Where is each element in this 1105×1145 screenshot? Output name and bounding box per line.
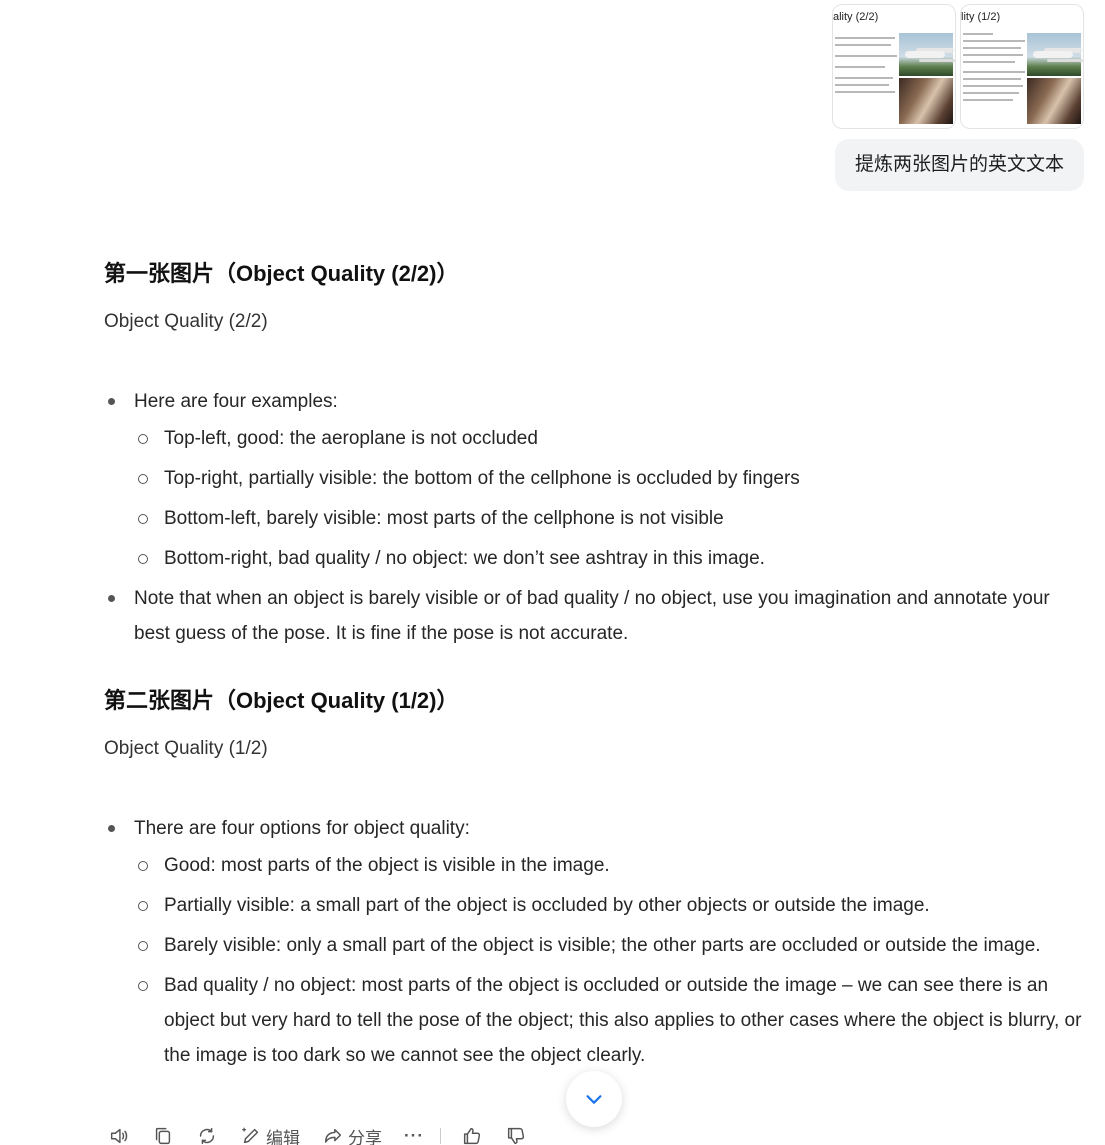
thumbnail-text-lines [963,33,1027,106]
scroll-down-button[interactable] [566,1071,622,1127]
share-label: 分享 [348,1128,382,1145]
more-button[interactable]: ··· [404,1126,424,1145]
read-aloud-button[interactable] [108,1125,130,1145]
more-icon: ··· [404,1126,424,1145]
sub-list-item: Good: most parts of the object is visibl… [134,848,1089,883]
thumbs-up-icon [463,1127,481,1145]
image-thumbnail-2[interactable]: lity (1/2) [960,4,1084,129]
copy-icon [155,1127,171,1145]
user-message: ality (2/2) lity (1/2) 提炼两张图片的英文文本 [832,4,1084,191]
sub-list: Top-left, good: the aeroplane is not occ… [134,421,1089,576]
aeroplane-image [1027,33,1081,76]
share-icon [324,1128,342,1143]
list-item-text: Here are four examples: [134,391,338,412]
list-item: There are four options for object qualit… [104,811,1089,1073]
copy-button[interactable] [152,1125,174,1145]
section-subtitle: Object Quality (2/2) [104,311,268,332]
attached-images: ality (2/2) lity (1/2) [832,4,1084,129]
sub-list-item: Barely visible: only a small part of the… [134,928,1089,963]
people-image [899,78,953,124]
answer-section-2: 第二张图片（Object Quality (1/2)） Object Quali… [104,685,1089,1073]
toolbar-divider [439,1128,441,1144]
section-title: 第一张图片（Object Quality (2/2)） [104,261,459,286]
sub-list-item: Bottom-right, bad quality / no object: w… [134,541,1089,576]
speaker-icon [110,1128,128,1144]
section-subtitle: Object Quality (1/2) [104,738,268,759]
list-item-text: Note that when an object is barely visib… [134,588,1050,644]
people-image [1027,78,1081,124]
share-button[interactable]: 分享 [322,1124,382,1145]
thumbnail-text-lines [835,37,899,98]
aeroplane-image [899,33,953,76]
edit-icon [242,1127,259,1144]
bullet-list: Here are four examples: Top-left, good: … [104,384,1089,651]
sub-list: Good: most parts of the object is visibl… [134,848,1089,1073]
thumbnail-title: lity (1/2) [961,11,1001,23]
sub-list-item: Bad quality / no object: most parts of t… [134,968,1089,1073]
list-item: Here are four examples: Top-left, good: … [104,384,1089,576]
regenerate-button[interactable] [196,1125,218,1145]
like-button[interactable] [461,1125,483,1145]
edit-label: 编辑 [266,1128,300,1145]
chat-page: ality (2/2) lity (1/2) 提炼两张图片的英文文本 第一张图片… [0,0,1105,1145]
thumbs-down-icon [507,1127,525,1145]
list-item-text: There are four options for object qualit… [134,818,470,839]
assistant-answer: 第一张图片（Object Quality (2/2)） Object Quali… [104,258,1089,1078]
image-thumbnail-1[interactable]: ality (2/2) [832,4,956,129]
edit-button[interactable]: 编辑 [240,1124,300,1145]
sub-list-item: Partially visible: a small part of the o… [134,888,1089,923]
user-message-bubble: 提炼两张图片的英文文本 [834,139,1084,191]
list-item: Note that when an object is barely visib… [104,581,1089,651]
sub-list-item: Bottom-left, barely visible: most parts … [134,501,1089,536]
dislike-button[interactable] [505,1125,527,1145]
sub-list-item: Top-left, good: the aeroplane is not occ… [134,421,1089,456]
regenerate-icon [199,1127,215,1145]
answer-section-1: 第一张图片（Object Quality (2/2)） Object Quali… [104,258,1089,651]
bullet-list: There are four options for object qualit… [104,811,1089,1073]
sub-list-item: Top-right, partially visible: the bottom… [134,461,1089,496]
section-title: 第二张图片（Object Quality (1/2)） [104,688,459,713]
thumbnail-title: ality (2/2) [833,11,879,23]
chevron-down-icon [586,1095,602,1104]
message-toolbar: 编辑 分享 ··· [108,1124,549,1145]
